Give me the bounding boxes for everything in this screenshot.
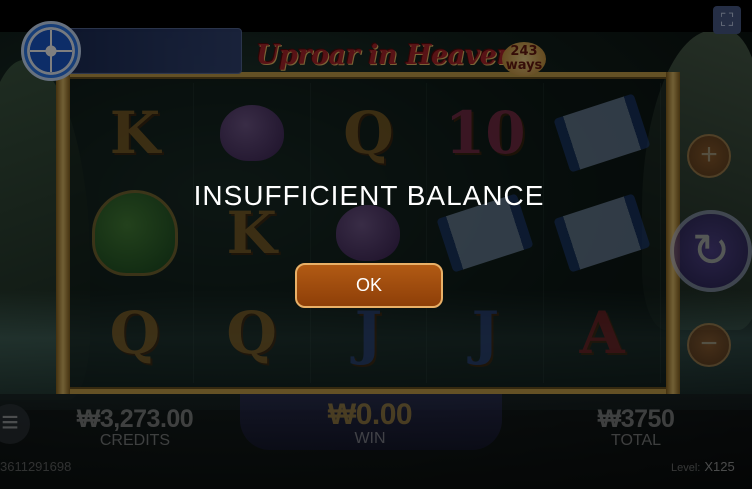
ok-button[interactable]: OK	[295, 263, 443, 308]
modal-backdrop	[0, 0, 752, 489]
game-stage: ⛶ Uproar in Heaven 243 ways KQ10KQQJJA +…	[0, 0, 752, 489]
insufficient-balance-message: INSUFFICIENT BALANCE	[193, 180, 545, 211]
